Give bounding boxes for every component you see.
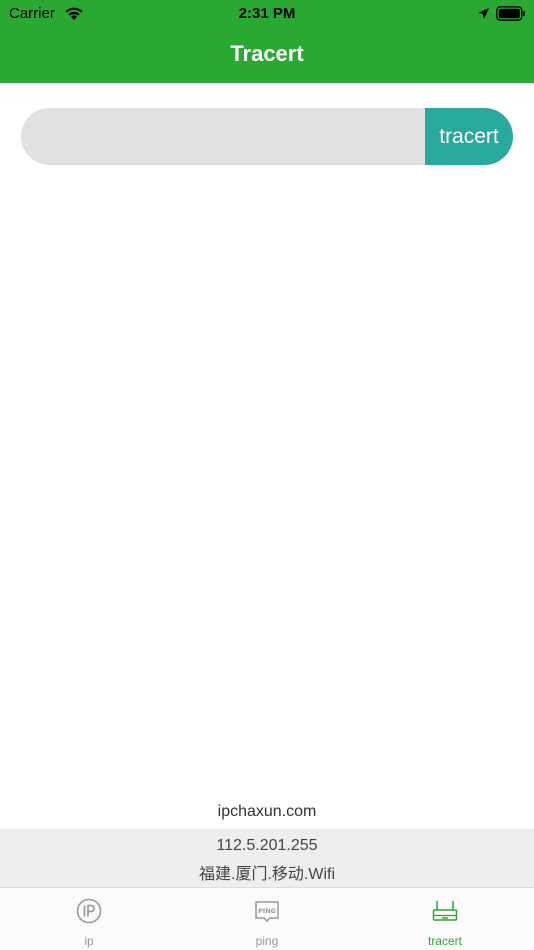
tab-label: ping <box>255 934 279 948</box>
clock: 2:31 PM <box>238 5 296 22</box>
status-bar: Carrier 2:31 PM <box>0 0 534 28</box>
tracert-button[interactable]: tracert <box>425 108 513 165</box>
current-ip: 112.5.201.255 <box>216 837 318 854</box>
host-input[interactable] <box>21 108 441 165</box>
tab-tracert[interactable]: tracert <box>356 888 534 950</box>
battery-icon <box>496 6 525 21</box>
ping-icon: PING <box>255 901 279 923</box>
page-title: Tracert <box>230 41 304 66</box>
search-bar: tracert <box>21 108 513 165</box>
tab-label: ip <box>84 934 94 948</box>
current-location: 福建.厦门.移动.Wifi <box>199 866 335 883</box>
tab-ping[interactable]: PING ping <box>178 888 356 950</box>
ip-icon <box>76 898 102 924</box>
location-arrow-icon <box>478 8 489 19</box>
tab-label: tracert <box>427 934 462 948</box>
tab-ip[interactable]: ip <box>0 888 178 950</box>
ip-info-panel: 112.5.201.255 福建.厦门.移动.Wifi <box>0 829 534 887</box>
svg-text:PING: PING <box>258 907 276 915</box>
tab-bar: ip PING ping tracert <box>0 887 534 950</box>
site-label: ipchaxun.com <box>217 803 317 820</box>
navigation-header: Carrier 2:31 PM Tracert <box>0 0 534 83</box>
router-icon <box>432 901 458 921</box>
